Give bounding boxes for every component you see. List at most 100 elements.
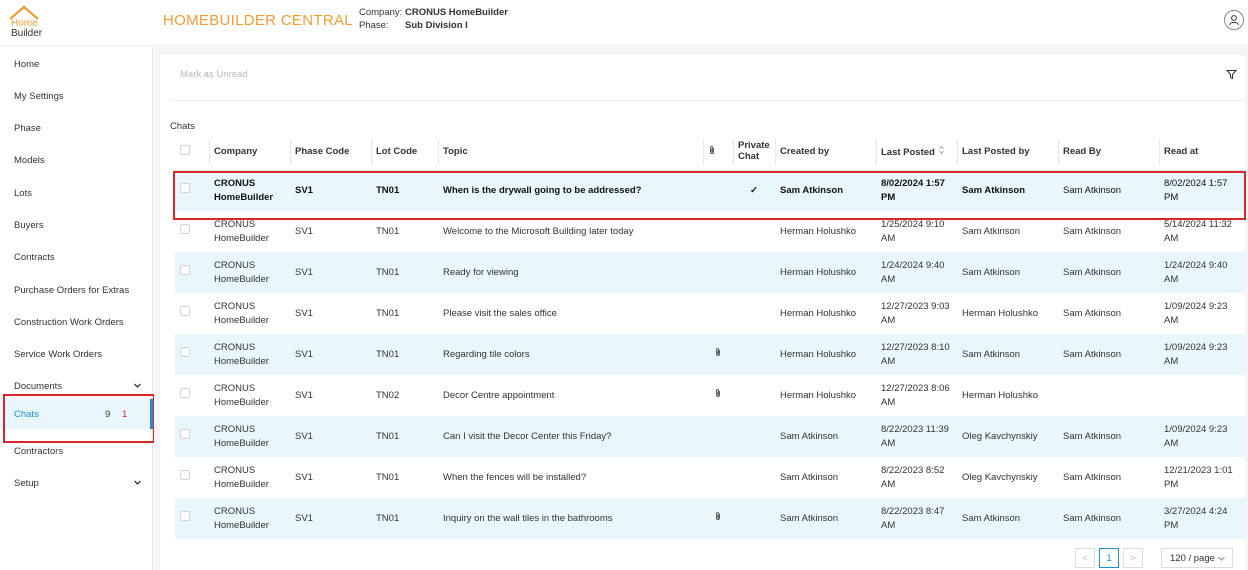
row-checkbox[interactable] (180, 470, 190, 480)
chats-panel: Mark as Unread Chats Company Phase Code … (160, 55, 1245, 570)
sidebar-item-service-work-orders[interactable]: Service Work Orders (0, 344, 153, 364)
company-cell: CRONUS HomeBuilder (209, 334, 290, 375)
column-header-created-by[interactable]: Created by (775, 133, 876, 171)
sidebar-item-purchase-orders[interactable]: Purchase Orders for Extras (0, 280, 153, 300)
context-info: Company: CRONUS HomeBuilder Phase: Sub Div… (359, 6, 508, 32)
topic-cell[interactable]: Welcome to the Microsoft Building later … (438, 211, 703, 252)
row-checkbox[interactable] (180, 265, 190, 275)
table-row[interactable]: CRONUS HomeBuilder SV1 TN01 Inquiry on t… (175, 498, 1245, 539)
filter-icon[interactable] (1226, 69, 1237, 80)
paperclip-icon[interactable] (714, 347, 722, 357)
topic-cell[interactable]: When is the drywall going to be addresse… (438, 170, 703, 211)
attachment-cell (703, 170, 733, 211)
column-header-lot-code[interactable]: Lot Code (371, 133, 438, 171)
attachment-cell (703, 375, 733, 416)
column-header-private-chat[interactable]: Private Chat (733, 133, 775, 171)
sidebar-item-construction-work-orders[interactable]: Construction Work Orders (0, 312, 153, 332)
created-by-cell: Herman Holushko (780, 389, 857, 401)
paperclip-icon[interactable] (714, 388, 722, 398)
sidebar-item-my-settings[interactable]: My Settings (0, 86, 153, 106)
row-checkbox[interactable] (180, 429, 190, 439)
last-posted-cell: 8/02/2024 1:57 PM (876, 170, 957, 211)
topic-cell[interactable]: Regarding tile colors (438, 334, 703, 375)
table-row[interactable]: CRONUS HomeBuilder SV1 TN01 Can I visit … (175, 416, 1245, 457)
column-header-read-by[interactable]: Read By (1058, 133, 1159, 171)
chats-highlight-annotation (3, 394, 155, 443)
sort-icon[interactable] (938, 145, 946, 155)
paperclip-icon[interactable] (714, 511, 722, 521)
sidebar-item-contractors[interactable]: Contractors (0, 441, 153, 461)
next-page-button[interactable]: > (1123, 548, 1143, 568)
sidebar-item-setup[interactable]: Setup (0, 473, 153, 493)
table-row[interactable]: CRONUS HomeBuilder SV1 TN01 When the fen… (175, 457, 1245, 498)
last-posted-by-cell: Sam Atkinson (957, 334, 1058, 375)
user-profile-button[interactable] (1224, 10, 1244, 30)
row-checkbox[interactable] (180, 388, 190, 398)
table-row[interactable]: CRONUS HomeBuilder SV1 TN01 Ready for vi… (175, 252, 1245, 293)
read-by-cell: Sam Atkinson (1058, 416, 1159, 457)
row-checkbox[interactable] (180, 183, 190, 194)
company-value: CRONUS HomeBuilder (405, 7, 508, 18)
pagination: < 1 > (1075, 548, 1147, 568)
read-by-cell: Sam Atkinson (1058, 252, 1159, 293)
attachment-cell (703, 416, 733, 457)
column-header-last-posted[interactable]: Last Posted (876, 133, 957, 171)
row-select-cell (175, 252, 209, 293)
toolbar-divider (170, 100, 1245, 101)
private-chat-cell (733, 375, 775, 416)
lot-code-cell: TN01 (371, 498, 438, 539)
column-header-read-at[interactable]: Read at (1159, 133, 1245, 171)
row-select-cell (175, 211, 209, 252)
sidebar-item-phase[interactable]: Phase (0, 118, 153, 138)
column-header-topic[interactable]: Topic (438, 133, 703, 171)
attachment-cell (703, 334, 733, 375)
column-header-phase-code[interactable]: Phase Code (290, 133, 371, 171)
column-header-attachment[interactable] (703, 133, 733, 171)
read-by-cell (1058, 375, 1159, 416)
company-cell: CRONUS HomeBuilder (209, 170, 290, 211)
page-number-button[interactable]: 1 (1099, 548, 1119, 568)
sidebar-item-contracts[interactable]: Contracts (0, 247, 153, 267)
row-checkbox[interactable] (180, 224, 190, 234)
topic-cell[interactable]: Ready for viewing (438, 252, 703, 293)
attachment-cell (703, 293, 733, 334)
table-row[interactable]: CRONUS HomeBuilder SV1 TN01 Please visit… (175, 293, 1245, 334)
app-header: Home Builder HOMEBUILDER CENTRAL Company… (0, 0, 1248, 46)
private-chat-cell (733, 416, 775, 457)
last-posted-by-cell: Oleg Kavchynskiy (957, 416, 1058, 457)
table-row[interactable]: CRONUS HomeBuilder SV1 TN02 Decor Centre… (175, 375, 1245, 416)
mark-as-unread-button[interactable]: Mark as Unread (180, 69, 248, 80)
topic-cell[interactable]: Decor Centre appointment (438, 375, 703, 416)
homebuilder-logo[interactable]: Home Builder (8, 4, 44, 40)
row-checkbox[interactable] (180, 347, 190, 357)
paperclip-icon (710, 145, 714, 154)
company-cell: CRONUS HomeBuilder (214, 382, 269, 408)
lot-code-cell: TN01 (371, 252, 438, 293)
last-posted-by-cell: Sam Atkinson (962, 225, 1021, 237)
table-row[interactable]: CRONUS HomeBuilder SV1 TN01 Regarding ti… (175, 334, 1245, 375)
topic-cell[interactable]: Please visit the sales office (438, 293, 703, 334)
lot-code-cell: TN01 (376, 307, 400, 319)
column-header-company[interactable]: Company (209, 133, 290, 171)
prev-page-button[interactable]: < (1075, 548, 1095, 568)
phase-value: Sub Division I (405, 20, 468, 31)
table-row[interactable]: CRONUS HomeBuilder SV1 TN01 When is the … (175, 170, 1245, 211)
topic-cell[interactable]: Inquiry on the wall tiles in the bathroo… (438, 498, 703, 539)
topic-cell[interactable]: When the fences will be installed? (438, 457, 703, 498)
topic-cell[interactable]: Can I visit the Decor Center this Friday… (438, 416, 703, 457)
select-all-checkbox[interactable] (180, 144, 190, 155)
page-size-select[interactable]: 120 / page (1161, 548, 1233, 568)
sidebar-item-home[interactable]: Home (0, 54, 153, 74)
row-checkbox[interactable] (180, 306, 190, 316)
table-row[interactable]: CRONUS HomeBuilder SV1 TN01 Welcome to t… (175, 211, 1245, 252)
sidebar-item-lots[interactable]: Lots (0, 183, 153, 203)
private-chat-cell (733, 457, 775, 498)
sidebar-item-buyers[interactable]: Buyers (0, 215, 153, 235)
created-by-cell: Herman Holushko (780, 225, 857, 237)
page-size-value: 120 / page (1170, 552, 1215, 564)
private-chat-cell (733, 252, 775, 293)
sidebar-item-documents[interactable]: Documents (0, 376, 153, 396)
row-checkbox[interactable] (180, 511, 190, 521)
column-header-last-posted-by[interactable]: Last Posted by (957, 133, 1058, 171)
sidebar-item-models[interactable]: Models (0, 150, 153, 170)
